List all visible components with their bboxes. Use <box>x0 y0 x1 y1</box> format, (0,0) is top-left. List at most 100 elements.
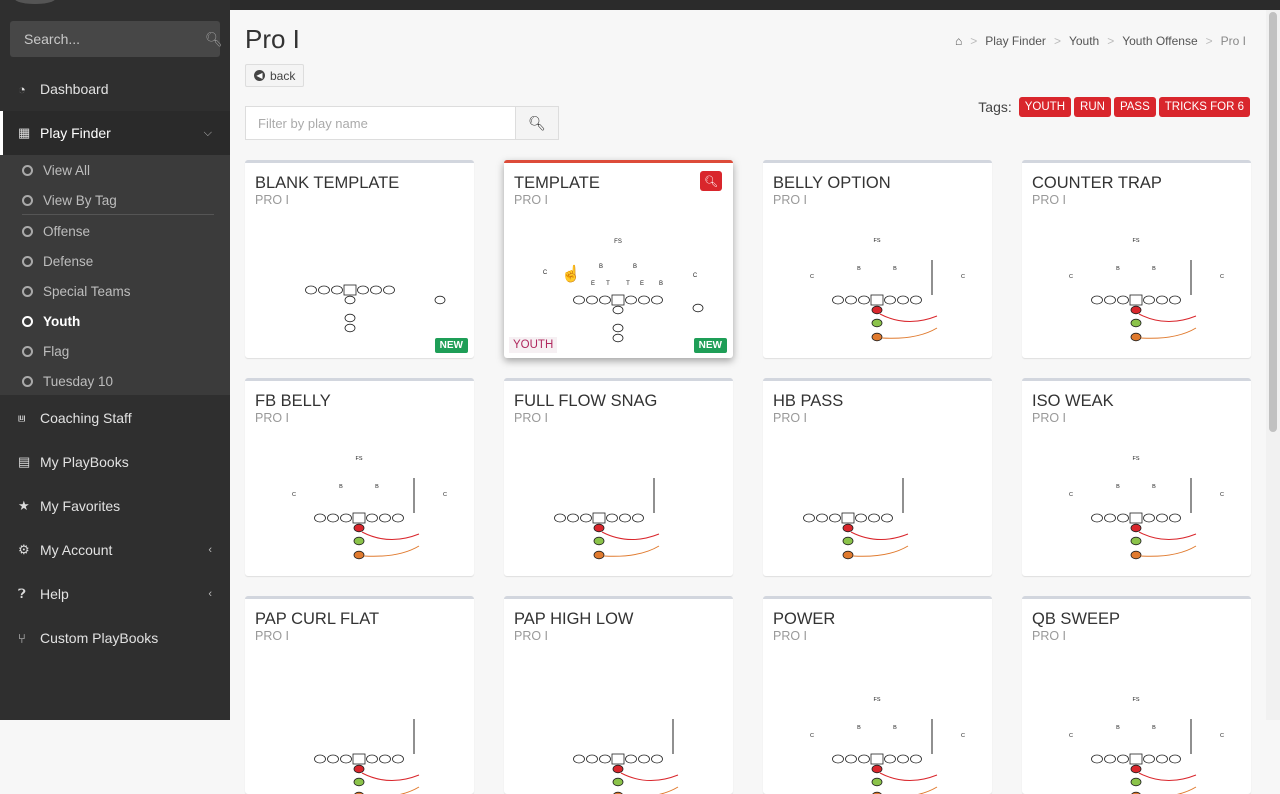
lineman-circle <box>845 754 857 764</box>
submenu-item-view-all[interactable]: View All <box>22 155 90 185</box>
play-title: TEMPLATE <box>514 174 600 192</box>
defender-label: C <box>1220 733 1224 739</box>
submenu-item-youth[interactable]: Youth <box>22 306 80 336</box>
defender-label: C <box>1069 274 1073 280</box>
back-button[interactable]: ◀ back <box>245 64 305 87</box>
lineman-circle <box>314 513 326 523</box>
scrollbar[interactable] <box>1266 10 1280 720</box>
submenu-label: Defense <box>43 253 94 269</box>
halfback-marker <box>842 550 854 560</box>
home-icon[interactable]: ⌂ <box>955 34 962 48</box>
qb-marker <box>842 523 854 533</box>
lineman-circle <box>868 513 880 523</box>
play-card[interactable]: ISO WEAK PRO I FS B B C C <box>1022 378 1251 576</box>
submenu-item-view-by-tag[interactable]: View By Tag <box>22 185 117 215</box>
defender-label: B <box>1116 484 1120 490</box>
play-card[interactable]: PAP CURL FLAT PRO I <box>245 596 474 794</box>
circle-icon <box>22 194 33 206</box>
defender-label: C <box>810 733 814 739</box>
sidebar-item-my-playbooks[interactable]: ▤ My PlayBooks <box>0 440 230 484</box>
lineman-circle <box>340 754 352 764</box>
play-title: QB SWEEP <box>1032 610 1121 628</box>
filter-search-button[interactable]: 🔍︎ <box>516 106 559 140</box>
play-card[interactable]: QB SWEEP PRO I FS B B C C <box>1022 596 1251 794</box>
play-card[interactable]: BELLY OPTION PRO I FS B B C C <box>763 160 992 358</box>
route-line <box>658 786 679 794</box>
route-line <box>361 531 420 540</box>
tag-run[interactable]: RUN <box>1074 97 1111 117</box>
tag-pass[interactable]: PASS <box>1113 97 1156 117</box>
play-card[interactable]: PAP HIGH LOW PRO I <box>504 596 733 794</box>
sidebar-item-custom-playbooks[interactable]: ⑂ Custom PlayBooks <box>0 616 230 660</box>
logo[interactable] <box>15 0 55 4</box>
halfback-marker <box>1130 332 1142 342</box>
circle-icon <box>22 164 33 176</box>
sidebar-item-dashboard[interactable]: ◔ Dashboard <box>0 67 230 111</box>
filter-bar: 🔍︎ <box>245 106 559 140</box>
lineman-circle <box>318 285 330 295</box>
sidebar-item-play-finder[interactable]: ▦ Play Finder ⌵ <box>0 111 230 155</box>
play-card[interactable]: TEMPLATE PRO I FS B B C C E T T E B 🔍︎ NEW YOUTH <box>504 160 733 358</box>
lineman-circle <box>392 513 404 523</box>
sidebar-item-my-account[interactable]: ⚙ My Account ‹ <box>0 528 230 572</box>
sidebar-item-my-favorites[interactable]: ★ My Favorites <box>0 484 230 528</box>
fullback-marker <box>871 777 883 787</box>
defender-label: B <box>1116 725 1120 731</box>
breadcrumb-youth-offense[interactable]: Youth Offense <box>1122 34 1197 48</box>
breadcrumb-play-finder[interactable]: Play Finder <box>985 34 1046 48</box>
play-card[interactable]: HB PASS PRO I <box>763 378 992 576</box>
lineman-circle <box>357 285 369 295</box>
play-formation: PRO I <box>255 629 290 643</box>
sidebar-item-coaching-staff[interactable]: ⩏ Coaching Staff <box>0 396 230 440</box>
sidebar-search-input[interactable] <box>24 31 205 47</box>
play-card[interactable]: FB BELLY PRO I FS B B C C <box>245 378 474 576</box>
sidebar-item-help[interactable]: ❓︎ Help ‹ <box>0 572 230 616</box>
submenu-item-special-teams[interactable]: Special Teams <box>22 276 131 306</box>
defender-label: C <box>961 274 965 280</box>
play-title: PAP HIGH LOW <box>514 610 634 628</box>
lineman-circle <box>305 285 317 295</box>
play-card[interactable]: POWER PRO I FS B B C C <box>763 596 992 794</box>
filter-input[interactable] <box>245 106 517 140</box>
sidebar-item-label: Coaching Staff <box>40 410 132 426</box>
play-card[interactable]: BLANK TEMPLATE PRO I NEW <box>245 160 474 358</box>
play-title: COUNTER TRAP <box>1032 174 1162 192</box>
submenu-label: View By Tag <box>43 192 117 208</box>
tag-tricks-for-6[interactable]: TRICKS FOR 6 <box>1158 97 1250 117</box>
lineman-circle <box>651 754 663 764</box>
lineman-circle <box>314 754 326 764</box>
center-square <box>1129 512 1143 524</box>
tag-youth[interactable]: YOUTH <box>1018 97 1072 117</box>
lineman-circle <box>1143 295 1155 305</box>
submenu-item-flag[interactable]: Flag <box>22 336 69 366</box>
submenu-item-defense[interactable]: Defense <box>22 246 93 276</box>
defender-label: C <box>1220 492 1224 498</box>
play-card[interactable]: FULL FLOW SNAG PRO I <box>504 378 733 576</box>
branch-icon: ⑂ <box>18 630 26 646</box>
zoom-button[interactable]: 🔍︎ <box>700 171 722 191</box>
play-diagram <box>305 284 446 333</box>
play-card[interactable]: COUNTER TRAP PRO I FS B B C C <box>1022 160 1251 358</box>
submenu-item-tuesday-10[interactable]: Tuesday 10 <box>22 366 113 396</box>
sidebar-item-label: My Account <box>40 542 113 558</box>
lineman-circle <box>625 295 637 305</box>
breadcrumb-youth[interactable]: Youth <box>1069 34 1099 48</box>
center-square <box>611 753 625 765</box>
defender-label: B <box>1116 266 1120 272</box>
route-line <box>917 786 938 794</box>
lineman-circle <box>327 754 339 764</box>
defender-label: B <box>1152 725 1156 731</box>
lineman-circle <box>1156 754 1168 764</box>
route-line <box>399 786 420 794</box>
submenu-item-offense[interactable]: Offense <box>22 216 90 246</box>
receiver-circle <box>692 303 704 313</box>
route-line <box>881 327 938 339</box>
search-icon[interactable]: 🔍︎ <box>205 31 223 48</box>
route-line <box>601 531 660 540</box>
scrollbar-thumb[interactable] <box>1269 12 1277 432</box>
back-circle <box>344 313 356 323</box>
lineman-circle <box>881 513 893 523</box>
route-line <box>1140 545 1197 557</box>
grid-icon: ▦ <box>18 125 31 140</box>
play-finder-submenu: View All View By Tag Offense Defense Spe… <box>0 155 230 395</box>
